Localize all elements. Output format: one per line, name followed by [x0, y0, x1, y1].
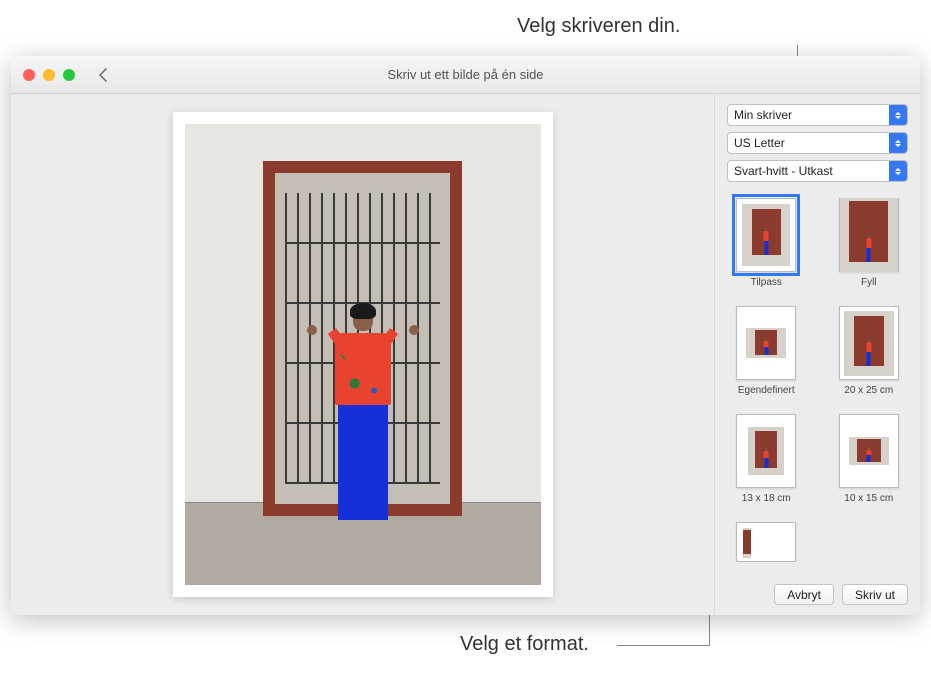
back-button[interactable]: [93, 65, 113, 85]
format-label: 20 x 25 cm: [844, 385, 893, 396]
format-option-10x15[interactable]: 10 x 15 cm: [830, 414, 909, 504]
callout-format: Velg et format.: [460, 633, 589, 656]
quality-value: Svart-hvitt - Utkast: [734, 164, 833, 178]
format-thumb: [736, 522, 796, 562]
format-option-egendefinert[interactable]: Egendefinert: [727, 306, 806, 396]
titlebar: Skriv ut ett bilde på én side: [11, 56, 920, 94]
print-options-sidebar: Min skriver US Letter Svart-hvitt - Utka…: [714, 94, 920, 615]
page-preview: [173, 112, 553, 597]
format-label: Egendefinert: [738, 385, 795, 396]
maximize-window-button[interactable]: [63, 69, 75, 81]
updown-icon: [889, 133, 907, 153]
callout-printer: Velg skriveren din.: [517, 15, 680, 38]
format-label: Tilpass: [751, 277, 782, 288]
printer-select[interactable]: Min skriver: [727, 104, 908, 126]
window-controls: [11, 69, 75, 81]
chevron-left-icon: [98, 68, 108, 82]
paper-size-value: US Letter: [734, 136, 785, 150]
photo-preview: [185, 124, 541, 585]
format-label: Fyll: [861, 277, 877, 288]
format-label: 13 x 18 cm: [742, 493, 791, 504]
close-window-button[interactable]: [23, 69, 35, 81]
format-thumb: [839, 414, 899, 488]
content-area: Min skriver US Letter Svart-hvitt - Utka…: [11, 94, 920, 615]
cancel-button[interactable]: Avbryt: [774, 584, 834, 605]
format-grid: Tilpass Fyll: [727, 198, 908, 576]
printer-select-value: Min skriver: [734, 108, 792, 122]
dialog-actions: Avbryt Skriv ut: [727, 576, 908, 605]
callout-format-hline: [617, 645, 709, 646]
format-option-13x18[interactable]: 13 x 18 cm: [727, 414, 806, 504]
format-option-fyll[interactable]: Fyll: [830, 198, 909, 288]
format-thumb: [736, 414, 796, 488]
quality-select[interactable]: Svart-hvitt - Utkast: [727, 160, 908, 182]
print-dialog-window: Skriv ut ett bilde på én side: [11, 56, 920, 615]
format-thumb: [839, 306, 899, 380]
minimize-window-button[interactable]: [43, 69, 55, 81]
format-thumb: [736, 198, 796, 272]
updown-icon: [889, 161, 907, 181]
format-thumb: [736, 306, 796, 380]
format-label: 10 x 15 cm: [844, 493, 893, 504]
format-option-tilpass[interactable]: Tilpass: [727, 198, 806, 288]
paper-size-select[interactable]: US Letter: [727, 132, 908, 154]
format-option-extra[interactable]: [727, 522, 806, 562]
window-title: Skriv ut ett bilde på én side: [387, 67, 543, 82]
updown-icon: [889, 105, 907, 125]
print-preview-pane: [11, 94, 714, 615]
format-thumb: [839, 198, 899, 272]
print-button[interactable]: Skriv ut: [842, 584, 908, 605]
format-option-20x25[interactable]: 20 x 25 cm: [830, 306, 909, 396]
